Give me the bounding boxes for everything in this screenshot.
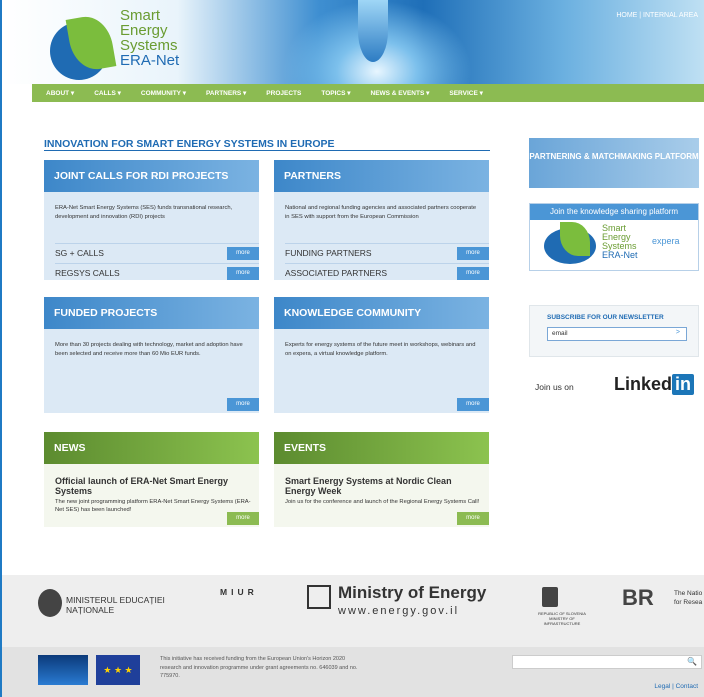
row-funding-partners[interactable]: FUNDING PARTNERS more: [285, 243, 489, 260]
partner-national-research[interactable]: The Natio for Resea: [674, 589, 704, 607]
nav-partners[interactable]: PARTNERS ▾: [206, 89, 246, 97]
card-knowledge-desc: Experts for energy systems of the future…: [285, 342, 476, 357]
more-button[interactable]: more: [227, 512, 259, 525]
linkedin-logo[interactable]: Linked in: [614, 374, 695, 395]
card-funded-projects: FUNDED PROJECTS More than 30 projects de…: [44, 297, 259, 413]
card-news-title[interactable]: NEWS: [44, 432, 259, 464]
row-regsys-calls[interactable]: REGSYS CALLS more: [55, 263, 259, 280]
romania-seal-icon: [38, 589, 62, 617]
partner-slovenia[interactable]: REPUBLIC OF SLOVENIA MINISTRY OF INFRAST…: [532, 611, 592, 626]
eu-flag-icon: ★ ★ ★: [96, 655, 140, 685]
news-desc: The new joint programming platform ERA-N…: [55, 499, 251, 513]
card-joint-calls: JOINT CALLS FOR RDI PROJECTS ERA-Net Sma…: [44, 160, 259, 280]
site-logo[interactable]: Smart Energy Systems ERA-Net: [50, 6, 180, 82]
newsletter-box: SUBSCRIBE FOR OUR NEWSLETTER email >: [529, 305, 699, 357]
logo-energy: Energy: [120, 22, 168, 39]
page-title: INNOVATION FOR SMART ENERGY SYSTEMS IN E…: [44, 138, 335, 150]
footer: ★ ★ ★ This initiative has received fundi…: [2, 647, 704, 697]
more-button[interactable]: more: [457, 398, 489, 411]
ks-logo-text: Smart Energy Systems ERA-Net: [602, 223, 638, 260]
card-events-title[interactable]: EVENTS: [274, 432, 489, 464]
card-news: NEWS Official launch of ERA-Net Smart En…: [44, 432, 259, 527]
more-button[interactable]: more: [457, 267, 489, 280]
card-joint-calls-title[interactable]: JOINT CALLS FOR RDI PROJECTS: [44, 160, 259, 192]
more-button[interactable]: more: [227, 398, 259, 411]
main-nav: ABOUT ▾ CALLS ▾ COMMUNITY ▾ PARTNERS ▾ P…: [32, 84, 704, 102]
nav-news-events[interactable]: NEWS & EVENTS ▾: [371, 89, 430, 97]
row-associated-partners[interactable]: ASSOCIATED PARTNERS more: [285, 263, 489, 280]
nav-service[interactable]: SERVICE ▾: [449, 89, 483, 97]
partner-miur[interactable]: MIUR: [220, 587, 258, 597]
knowledge-sharing-box[interactable]: Join the knowledge sharing platform Smar…: [529, 203, 699, 271]
drop-image: [358, 0, 388, 62]
nav-calls[interactable]: CALLS ▾: [94, 89, 121, 97]
newsletter-title: SUBSCRIBE FOR OUR NEWSLETTER: [547, 314, 664, 321]
partner-romania[interactable]: MINISTERUL EDUCAȚIEI NAȚIONALE: [66, 595, 186, 615]
logo-eranet: ERA-Net: [120, 52, 180, 69]
card-partners-desc: National and regional funding agencies a…: [285, 205, 477, 220]
more-button[interactable]: more: [227, 267, 259, 280]
more-button[interactable]: more: [457, 512, 489, 525]
news-headline[interactable]: Official launch of ERA-Net Smart Energy …: [55, 476, 251, 496]
footer-search-input[interactable]: 🔍: [512, 655, 702, 669]
title-divider: [44, 150, 490, 151]
partner-logos: MINISTERUL EDUCAȚIEI NAȚIONALE MIUR Mini…: [2, 575, 704, 647]
top-links[interactable]: HOME | INTERNAL AREA: [616, 12, 698, 19]
page: Smart Energy Systems ERA-Net HOME | INTE…: [0, 0, 704, 697]
newsletter-submit-button[interactable]: >: [676, 329, 680, 336]
more-button[interactable]: more: [227, 247, 259, 260]
partner-ministry-energy[interactable]: Ministry of Energy: [338, 583, 486, 603]
slovenia-coat-icon: [542, 587, 558, 607]
horizon-2020-logo: [38, 655, 88, 685]
events-headline[interactable]: Smart Energy Systems at Nordic Clean Ene…: [285, 476, 481, 496]
footer-links[interactable]: Legal | Contact: [654, 683, 698, 690]
card-partners-title[interactable]: PARTNERS: [274, 160, 489, 192]
logo-text: Smart Energy Systems ERA-Net: [120, 8, 179, 68]
newsletter-email-input[interactable]: email >: [547, 327, 687, 341]
nav-community[interactable]: COMMUNITY ▾: [141, 89, 186, 97]
nav-about[interactable]: ABOUT ▾: [46, 89, 74, 97]
events-desc: Join us for the conference and launch of…: [285, 499, 480, 505]
search-icon[interactable]: 🔍: [687, 657, 697, 666]
card-events: EVENTS Smart Energy Systems at Nordic Cl…: [274, 432, 489, 527]
ks-title: Join the knowledge sharing platform: [530, 204, 698, 220]
expera-label: expera: [652, 236, 680, 246]
partnering-platform-banner[interactable]: PARTNERING & MATCHMAKING PLATFORM: [529, 138, 699, 188]
card-funded-desc: More than 30 projects dealing with techn…: [55, 342, 243, 357]
israel-emblem-icon: [307, 585, 331, 609]
logo-systems: Systems: [120, 37, 178, 54]
row-sg-calls[interactable]: SG + CALLS more: [55, 243, 259, 260]
card-knowledge-title[interactable]: KNOWLEDGE COMMUNITY: [274, 297, 489, 329]
card-joint-calls-desc: ERA-Net Smart Energy Systems (SES) funds…: [55, 205, 233, 220]
ministry-energy-url[interactable]: www.energy.gov.il: [338, 605, 459, 617]
more-button[interactable]: more: [457, 247, 489, 260]
nav-projects[interactable]: PROJECTS: [266, 90, 301, 97]
nav-topics[interactable]: TOPICS ▾: [321, 89, 350, 97]
logo-smart: Smart: [120, 7, 161, 24]
card-funded-title[interactable]: FUNDED PROJECTS: [44, 297, 259, 329]
header: Smart Energy Systems ERA-Net HOME | INTE…: [2, 0, 704, 84]
card-partners: PARTNERS National and regional funding a…: [274, 160, 489, 280]
card-knowledge-community: KNOWLEDGE COMMUNITY Experts for energy s…: [274, 297, 489, 413]
linkedin-join-text: Join us on: [535, 382, 574, 392]
funding-notice: This initiative has received funding fro…: [160, 656, 358, 679]
